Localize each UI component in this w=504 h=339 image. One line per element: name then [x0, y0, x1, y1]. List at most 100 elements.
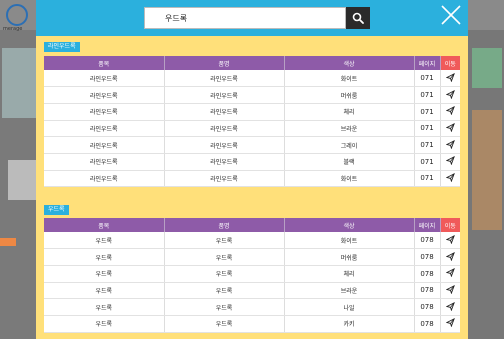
cell-color: 나일 [284, 298, 415, 316]
send-icon [445, 172, 455, 182]
table-row[interactable]: 우드록 우드록 체리 078 [44, 265, 460, 283]
section-label: 우드록 [44, 205, 69, 215]
cell-item: 라인우드록 [44, 86, 165, 104]
move-button[interactable] [440, 315, 460, 333]
column-header-item: 품목 [44, 218, 165, 232]
send-icon [445, 301, 455, 311]
move-button[interactable] [440, 86, 460, 104]
cell-page: 078 [414, 265, 441, 283]
send-icon [445, 284, 455, 294]
cell-item: 라인우드록 [44, 136, 165, 154]
background-image [472, 110, 502, 230]
column-header-page: 페이지 [414, 56, 441, 70]
cell-page: 078 [414, 298, 441, 316]
cell-color: 그레이 [284, 136, 415, 154]
cell-item: 라인우드록 [44, 153, 165, 171]
cell-product: 우드록 [164, 315, 285, 333]
background-image [472, 48, 502, 88]
column-header-product: 품명 [164, 218, 285, 232]
send-icon [445, 318, 455, 328]
cell-item: 우드록 [44, 265, 165, 283]
cell-product: 우드록 [164, 265, 285, 283]
table-row[interactable]: 라인우드록 라인우드록 체리 071 [44, 103, 460, 121]
move-button[interactable] [440, 248, 460, 266]
send-icon [445, 234, 455, 244]
cell-page: 078 [414, 248, 441, 266]
table-header-row: 품목 품명 색상 페이지 이동 [44, 218, 460, 232]
cell-page: 071 [414, 120, 441, 138]
cell-color: 화이트 [284, 170, 415, 188]
cell-page: 078 [414, 232, 441, 250]
cell-product: 우드록 [164, 232, 285, 250]
cell-color: 체리 [284, 265, 415, 283]
cell-item: 라인우드록 [44, 120, 165, 138]
cell-product: 라인우드록 [164, 120, 285, 138]
table-header-row: 품목 품명 색상 페이지 이동 [44, 56, 460, 70]
cell-item: 라인우드록 [44, 103, 165, 121]
column-header-page: 페이지 [414, 218, 441, 232]
cell-color: 화이트 [284, 70, 415, 88]
background-image [2, 48, 36, 118]
send-icon [445, 72, 455, 82]
cell-product: 우드록 [164, 282, 285, 300]
move-button[interactable] [440, 282, 460, 300]
cell-page: 071 [414, 103, 441, 121]
table-row[interactable]: 우드록 우드록 화이트 078 [44, 232, 460, 250]
table-row[interactable]: 우드록 우드록 머쉬룸 078 [44, 248, 460, 266]
cell-item: 우드록 [44, 248, 165, 266]
cell-color: 머쉬룸 [284, 248, 415, 266]
table-row[interactable]: 라인우드록 라인우드록 화이트 071 [44, 70, 460, 88]
cell-item: 우드록 [44, 282, 165, 300]
modal-header: 우드록 [36, 0, 468, 36]
cell-product: 우드록 [164, 298, 285, 316]
logo-icon [6, 4, 28, 26]
table-row[interactable]: 라인우드록 라인우드록 브라운 071 [44, 120, 460, 138]
result-table: 품목 품명 색상 페이지 이동 라인우드록 라인우드록 화이트 071 라인우드록 라인우… [44, 56, 460, 188]
background-tag [0, 238, 16, 246]
move-button[interactable] [440, 136, 460, 154]
send-icon [445, 139, 455, 149]
cell-page: 071 [414, 136, 441, 154]
search-input[interactable]: 우드록 [144, 7, 346, 29]
search-result-modal: 우드록 라인우드록 품목 품명 색상 페이지 이동 라인우드록 라인우드록 화이트 0… [36, 0, 468, 339]
cell-product: 라인우드록 [164, 136, 285, 154]
cell-page: 071 [414, 153, 441, 171]
move-button[interactable] [440, 70, 460, 88]
cell-color: 브라운 [284, 282, 415, 300]
table-row[interactable]: 우드록 우드록 카키 078 [44, 315, 460, 333]
search-button[interactable] [346, 7, 370, 29]
cell-page: 071 [414, 86, 441, 104]
move-button[interactable] [440, 265, 460, 283]
cell-page: 078 [414, 315, 441, 333]
table-row[interactable]: 라인우드록 라인우드록 블랙 071 [44, 153, 460, 171]
move-button[interactable] [440, 153, 460, 171]
move-button[interactable] [440, 298, 460, 316]
cell-page: 078 [414, 282, 441, 300]
table-row[interactable]: 라인우드록 라인우드록 화이트 071 [44, 170, 460, 188]
cell-color: 화이트 [284, 232, 415, 250]
cell-color: 블랙 [284, 153, 415, 171]
section-label: 라인우드록 [44, 42, 80, 52]
column-header-move: 이동 [440, 56, 460, 70]
move-button[interactable] [440, 170, 460, 188]
send-icon [445, 251, 455, 261]
column-header-product: 품명 [164, 56, 285, 70]
move-button[interactable] [440, 103, 460, 121]
background-image [8, 160, 36, 200]
move-button[interactable] [440, 120, 460, 138]
cell-color: 카키 [284, 315, 415, 333]
cell-color: 머쉬룸 [284, 86, 415, 104]
send-icon [445, 106, 455, 116]
table-row[interactable]: 라인우드록 라인우드록 그레이 071 [44, 136, 460, 154]
cell-item: 우드록 [44, 232, 165, 250]
table-row[interactable]: 우드록 우드록 나일 078 [44, 298, 460, 316]
table-row[interactable]: 우드록 우드록 브라운 078 [44, 282, 460, 300]
cell-page: 071 [414, 70, 441, 88]
cell-product: 라인우드록 [164, 103, 285, 121]
close-icon[interactable] [440, 4, 462, 26]
table-row[interactable]: 라인우드록 라인우드록 머쉬룸 071 [44, 86, 460, 104]
cell-item: 우드록 [44, 298, 165, 316]
move-button[interactable] [440, 232, 460, 250]
column-header-color: 색상 [284, 218, 415, 232]
cell-item: 라인우드록 [44, 170, 165, 188]
